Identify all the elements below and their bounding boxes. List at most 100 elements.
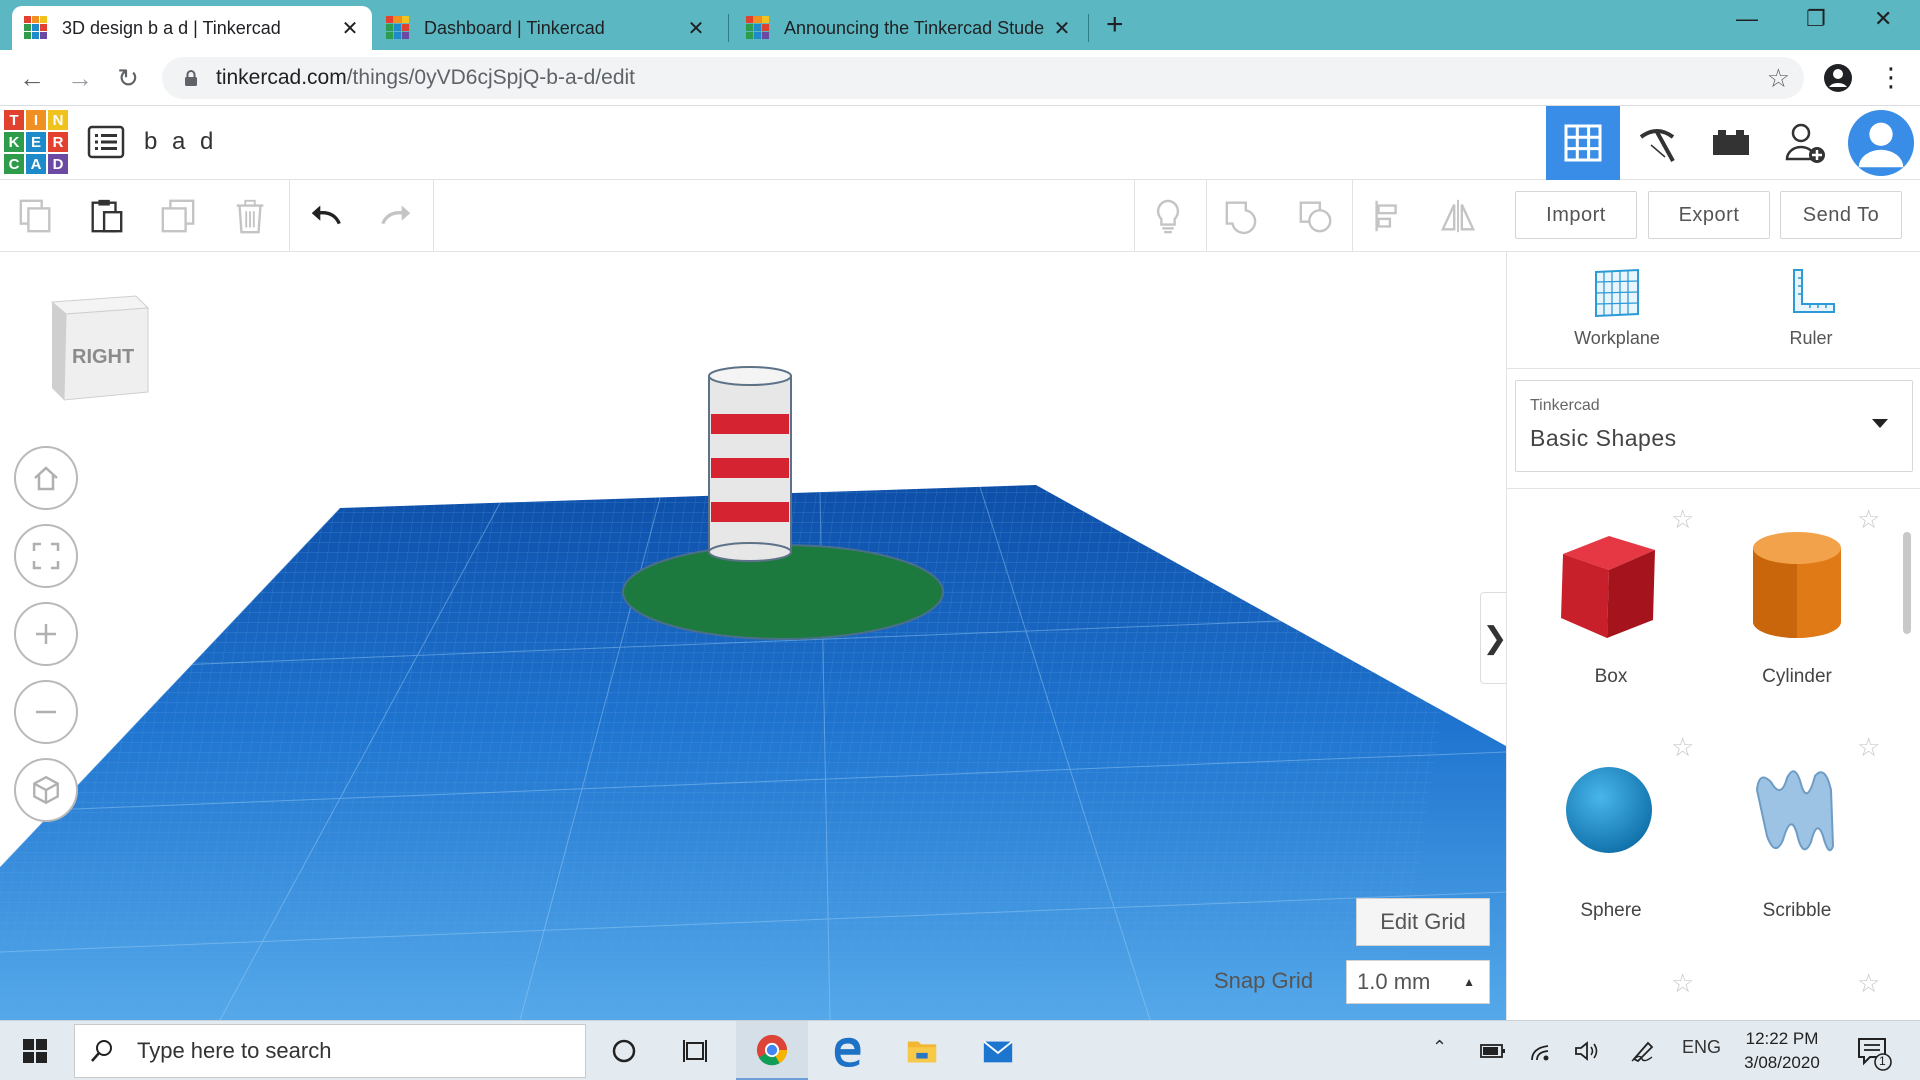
tinkercad-logo[interactable]: T I N K E R C A D (4, 110, 68, 174)
volume-icon[interactable] (1574, 1040, 1600, 1062)
ungroup-button[interactable] (1294, 194, 1338, 238)
favorite-star-icon[interactable]: ☆ (1671, 504, 1694, 535)
favorite-star-icon[interactable]: ☆ (1671, 732, 1694, 763)
shape-cylinder[interactable]: ☆ Cylinder (1707, 502, 1887, 702)
close-tab-icon[interactable]: ✕ (1052, 16, 1072, 41)
favorite-star-icon[interactable]: ☆ (1671, 968, 1694, 999)
bookmark-star-icon[interactable]: ☆ (1767, 63, 1790, 94)
taskbar-clock[interactable]: 12:22 PM 3/08/2020 (1724, 1027, 1840, 1075)
view-cube[interactable]: RIGHT (48, 292, 152, 410)
browser-tab-strip: 3D design b a d | Tinkercad ✕ Dashboard … (0, 0, 1920, 50)
striped-cylinder[interactable] (708, 366, 792, 562)
favorite-star-icon[interactable]: ☆ (1857, 968, 1880, 999)
shape-label: Scribble (1762, 900, 1832, 921)
duplicate-button[interactable] (156, 194, 200, 238)
export-button[interactable]: Export (1648, 191, 1770, 239)
import-button[interactable]: Import (1515, 191, 1637, 239)
blocks-view-button[interactable] (1620, 106, 1694, 180)
bricks-view-button[interactable] (1694, 106, 1768, 180)
workplane-viewport[interactable]: RIGHT ❯ Edit Grid Snap Grid 1.0 mm ▲ (0, 252, 1506, 1020)
invite-user-button[interactable] (1768, 106, 1842, 180)
pen-icon[interactable] (1630, 1039, 1656, 1063)
workplane-scene[interactable] (0, 252, 1506, 1020)
logo-letter: C (4, 154, 24, 174)
cortana-button[interactable] (588, 1021, 660, 1080)
shape-scribble[interactable]: ☆ Scribble (1707, 732, 1887, 932)
chrome-taskbar-app[interactable] (736, 1021, 808, 1080)
minus-icon (36, 710, 56, 714)
show-hidden-icons-chevron-icon[interactable]: ⌃ (1432, 1037, 1447, 1058)
back-arrow-icon[interactable]: ← (14, 60, 50, 96)
home-view-button[interactable] (14, 446, 78, 510)
forward-arrow-icon[interactable]: → (62, 60, 98, 96)
lightbulb-icon (1156, 199, 1180, 234)
ruler-tool[interactable]: Ruler (1741, 266, 1881, 366)
tab-announcing[interactable]: Announcing the Tinkercad Stude ✕ (734, 6, 1084, 50)
restore-icon[interactable]: ❐ (1806, 6, 1826, 32)
wifi-icon[interactable] (1528, 1040, 1554, 1062)
favorite-star-icon[interactable]: ☆ (1857, 504, 1880, 535)
notification-center-button[interactable]: 1 (1856, 1035, 1892, 1071)
tinkercad-favicon-icon (746, 16, 770, 40)
fit-all-icon (32, 542, 60, 570)
snap-grid-select[interactable]: 1.0 mm ▲ (1346, 960, 1490, 1004)
workplane-icon (1595, 268, 1639, 318)
ungroup-icon (1299, 201, 1332, 233)
align-button[interactable] (1366, 194, 1410, 238)
task-view-button[interactable] (660, 1021, 732, 1080)
paste-button[interactable] (84, 194, 128, 238)
account-icon[interactable] (1823, 63, 1853, 93)
edge-taskbar-app[interactable] (812, 1021, 884, 1080)
clock-time: 12:22 PM (1745, 1029, 1819, 1048)
workplane-tool[interactable]: Workplane (1547, 266, 1687, 366)
delete-button[interactable] (228, 194, 272, 238)
shape-sphere[interactable]: ☆ Sphere (1521, 732, 1701, 932)
shape-label: Box (1594, 666, 1628, 687)
redo-button[interactable] (374, 194, 418, 238)
tab-title: Dashboard | Tinkercad (424, 17, 605, 38)
grid-icon (1564, 124, 1602, 162)
design-name[interactable]: b a d (144, 128, 217, 156)
shape-box[interactable]: ☆ Box (1521, 502, 1701, 702)
add-user-icon (1785, 123, 1825, 163)
zoom-out-button[interactable] (14, 680, 78, 744)
notes-button[interactable] (1146, 194, 1190, 238)
send-to-button[interactable]: Send To (1780, 191, 1902, 239)
design-list-icon[interactable] (86, 122, 126, 162)
green-base-disc[interactable] (622, 544, 944, 640)
mail-taskbar-app[interactable] (962, 1021, 1034, 1080)
collapse-panel-button[interactable]: ❯ (1480, 592, 1506, 684)
shape-library-select[interactable]: Tinkercad Basic Shapes (1515, 380, 1913, 472)
taskbar-search-box[interactable]: Type here to search (74, 1024, 586, 1078)
browser-menu-icon[interactable]: ⋮ (1878, 62, 1904, 93)
lock-icon (185, 70, 197, 86)
redo-icon (381, 205, 411, 225)
fit-view-button[interactable] (14, 524, 78, 588)
3d-view-button[interactable] (1546, 106, 1620, 180)
file-explorer-taskbar-app[interactable] (886, 1021, 958, 1080)
language-indicator[interactable]: ENG (1682, 1037, 1721, 1058)
perspective-button[interactable] (14, 758, 78, 822)
copy-button[interactable] (14, 194, 58, 238)
mirror-button[interactable] (1436, 194, 1480, 238)
profile-avatar-button[interactable] (1842, 106, 1920, 180)
reload-icon[interactable]: ↻ (110, 60, 146, 96)
new-tab-button[interactable]: + (1106, 8, 1124, 42)
minimize-icon[interactable]: — (1736, 6, 1758, 32)
address-bar[interactable]: tinkercad.com/things/0yVD6cjSpjQ-b-a-d/e… (162, 57, 1804, 99)
close-window-icon[interactable]: ✕ (1874, 6, 1892, 32)
edit-grid-button[interactable]: Edit Grid (1356, 898, 1490, 946)
tab-dashboard[interactable]: Dashboard | Tinkercad ✕ (374, 6, 718, 50)
close-tab-icon[interactable]: ✕ (686, 16, 706, 41)
duplicate-icon (161, 199, 195, 233)
battery-icon[interactable] (1480, 1043, 1506, 1059)
tab-3d-design[interactable]: 3D design b a d | Tinkercad ✕ (12, 6, 372, 50)
group-button[interactable] (1220, 194, 1264, 238)
close-tab-icon[interactable]: ✕ (340, 16, 360, 41)
undo-button[interactable] (304, 194, 348, 238)
start-button[interactable] (0, 1021, 70, 1080)
panel-scrollbar[interactable] (1903, 532, 1911, 634)
zoom-in-button[interactable] (14, 602, 78, 666)
favorite-star-icon[interactable]: ☆ (1857, 732, 1880, 763)
tab-title: 3D design b a d | Tinkercad (62, 17, 281, 38)
